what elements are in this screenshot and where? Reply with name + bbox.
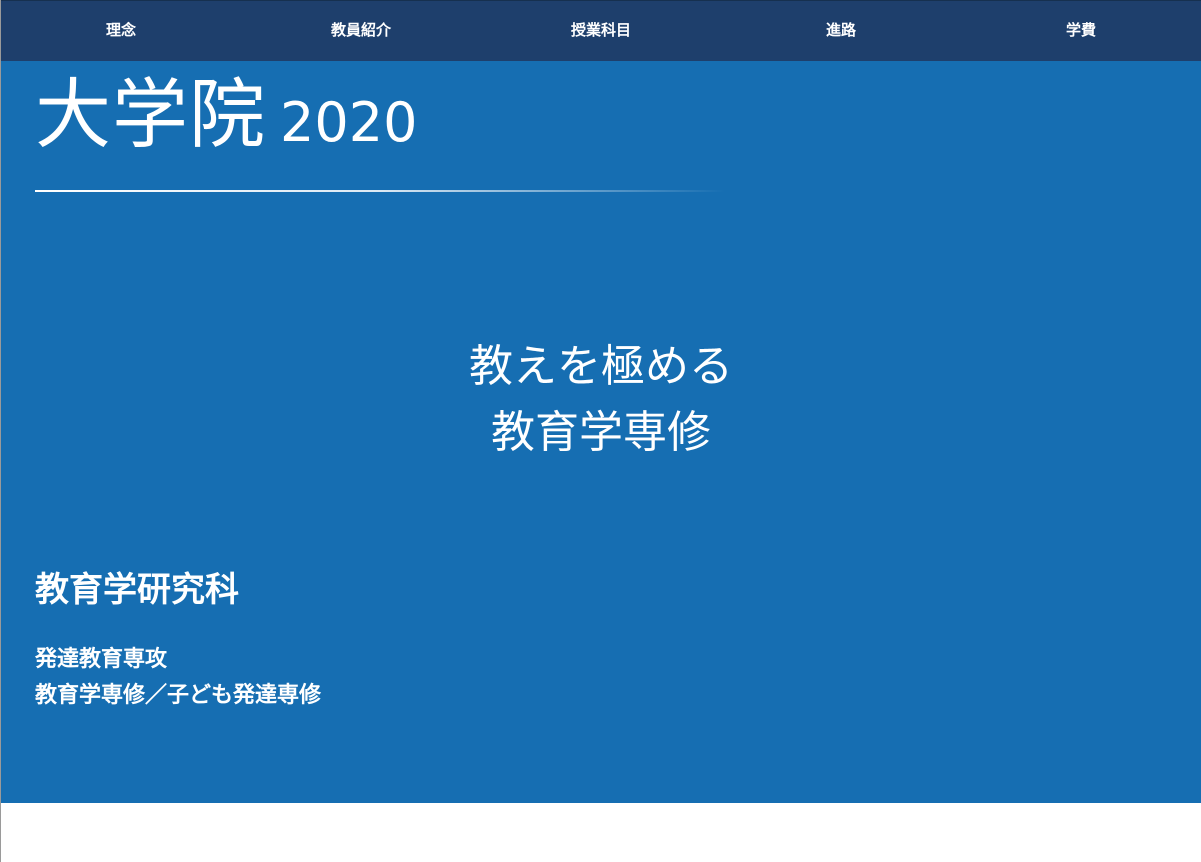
department-line-2: 教育学専修／子ども発達専修 [35, 683, 322, 708]
nav-item-careers[interactable]: 進路 [721, 0, 961, 61]
title-main: 大学院 [35, 70, 266, 159]
nav-item-tuition[interactable]: 学費 [961, 0, 1201, 61]
nav-item-courses[interactable]: 授業科目 [481, 0, 721, 61]
page: 理念 教員紹介 授業科目 進路 学費 大学院 2020 教えを極める 教育学専修 … [0, 0, 1201, 862]
department-line-1: 発達教育専攻 [35, 647, 168, 672]
tagline-line-1: 教えを極める [469, 341, 733, 392]
title-divider [35, 190, 725, 192]
hero-section: 大学院 2020 教えを極める 教育学専修 教育学研究科 発達教育専攻 教育学専修… [1, 61, 1201, 803]
title-year: 2020 [280, 91, 418, 154]
graduate-school-name: 教育学研究科 [35, 570, 239, 610]
tagline-line-2: 教育学専修 [491, 407, 711, 458]
nav-item-faculty[interactable]: 教員紹介 [241, 0, 481, 61]
page-title: 大学院 2020 [35, 69, 417, 169]
top-navigation: 理念 教員紹介 授業科目 進路 学費 [1, 0, 1201, 61]
nav-item-philosophy[interactable]: 理念 [1, 0, 241, 61]
